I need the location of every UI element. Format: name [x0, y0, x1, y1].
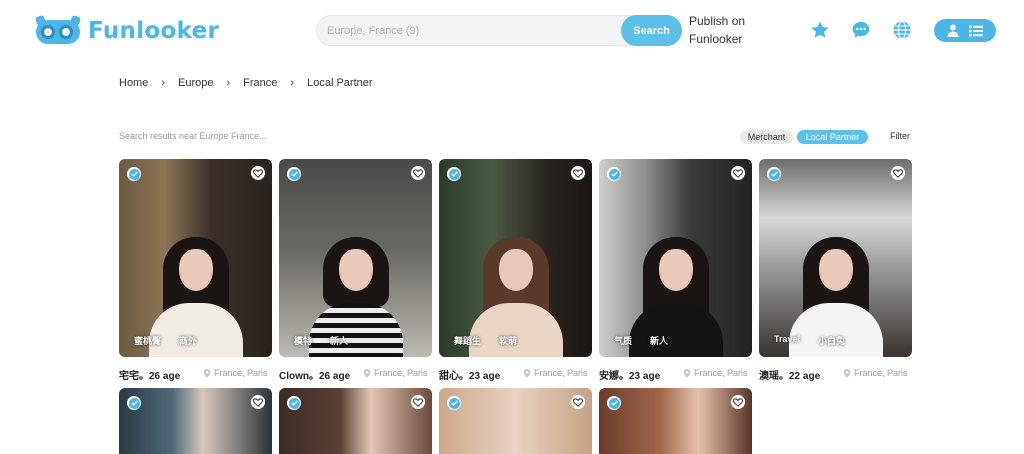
chip-merchant[interactable]: Merchant: [740, 130, 793, 144]
logo-mascot-icon: [34, 14, 82, 46]
location-pin-icon: [843, 368, 851, 378]
profile-card[interactable]: 蜜桃臀 商外: [119, 159, 272, 357]
profile-tags: Travel 小白兔: [774, 334, 845, 347]
profile-card[interactable]: [119, 388, 272, 454]
profile-name[interactable]: 安娜。23 age: [599, 367, 660, 382]
profile-name[interactable]: Clown。26 age: [279, 367, 350, 382]
favorite-heart-icon[interactable]: [571, 166, 585, 180]
search-button[interactable]: Search: [621, 15, 682, 46]
profile-card[interactable]: [279, 388, 432, 454]
verified-badge-icon: [767, 167, 781, 181]
site-logo[interactable]: Funlooker: [34, 14, 219, 48]
breadcrumb-france[interactable]: France: [243, 77, 277, 89]
user-icon: [947, 24, 959, 37]
favorite-heart-icon[interactable]: [891, 166, 905, 180]
verified-badge-icon: [607, 396, 621, 410]
location-pin-icon: [363, 368, 371, 378]
profile-location: France, Paris: [843, 368, 908, 378]
verified-badge-icon: [287, 167, 301, 181]
favorite-heart-icon[interactable]: [251, 166, 265, 180]
profile-tag: 气质: [614, 336, 633, 346]
profile-location: France, Paris: [523, 368, 588, 378]
breadcrumb: Home › Europe › France › Local Partner: [119, 77, 373, 89]
site-header: Funlooker Search Publish on Funlooker: [0, 0, 1024, 62]
favorite-heart-icon[interactable]: [731, 166, 745, 180]
favorite-heart-icon[interactable]: [411, 166, 425, 180]
location-pin-icon: [683, 368, 691, 378]
profile-tag: 新人: [650, 336, 669, 346]
profile-tags: 蜜桃臀 商外: [134, 334, 197, 347]
verified-badge-icon: [287, 396, 301, 410]
globe-icon[interactable]: [892, 20, 912, 40]
profile-card[interactable]: 模特 新人: [279, 159, 432, 357]
breadcrumb-separator-icon: ›: [290, 77, 295, 89]
account-menu-button[interactable]: [934, 19, 996, 42]
profile-location: France, Paris: [203, 368, 268, 378]
favorite-heart-icon[interactable]: [571, 395, 585, 409]
profile-tag: 小白兔: [818, 336, 846, 346]
publish-link[interactable]: Publish on Funlooker: [689, 12, 759, 48]
verified-badge-icon: [607, 167, 621, 181]
location-pin-icon: [523, 368, 531, 378]
favorite-heart-icon[interactable]: [251, 395, 265, 409]
favorite-heart-icon[interactable]: [411, 395, 425, 409]
filter-button[interactable]: Filter: [890, 131, 910, 141]
chat-icon[interactable]: [851, 20, 871, 40]
profile-tag: 新人: [330, 336, 349, 346]
chip-local-partner[interactable]: Local Partner: [797, 130, 868, 144]
profile-location: France, Paris: [363, 368, 428, 378]
profile-card[interactable]: 舞蹈生 软萌: [439, 159, 592, 357]
profile-name[interactable]: 甜心。23 age: [439, 367, 500, 382]
verified-badge-icon: [447, 396, 461, 410]
profile-card[interactable]: [439, 388, 592, 454]
search-bar: Search: [316, 15, 682, 46]
breadcrumb-local-partner[interactable]: Local Partner: [307, 77, 372, 89]
profile-tag: 蜜桃臀: [134, 336, 162, 346]
verified-badge-icon: [447, 167, 461, 181]
breadcrumb-home[interactable]: Home: [119, 77, 148, 89]
favorite-heart-icon[interactable]: [731, 395, 745, 409]
profile-tag: 商外: [179, 336, 198, 346]
location-pin-icon: [203, 368, 211, 378]
search-input[interactable]: [327, 16, 617, 45]
profile-tags: 模特 新人: [294, 334, 348, 347]
verified-badge-icon: [127, 396, 141, 410]
profile-tag: 舞蹈生: [454, 336, 482, 346]
profile-card[interactable]: [599, 388, 752, 454]
results-summary: Search results near Europe France...: [119, 131, 267, 141]
profile-card[interactable]: Travel 小白兔: [759, 159, 912, 357]
profile-location: France, Paris: [683, 368, 748, 378]
profile-tag: Travel: [774, 334, 801, 344]
profile-tags: 气质 新人: [614, 334, 668, 347]
logo-text: Funlooker: [88, 18, 220, 44]
profile-tag: 软萌: [499, 336, 518, 346]
profile-name[interactable]: 宅宅。26 age: [119, 367, 180, 382]
profile-card[interactable]: 气质 新人: [599, 159, 752, 357]
breadcrumb-separator-icon: ›: [161, 77, 166, 89]
breadcrumb-separator-icon: ›: [226, 77, 231, 89]
star-icon[interactable]: [810, 20, 830, 40]
profile-tags: 舞蹈生 软萌: [454, 334, 517, 347]
verified-badge-icon: [127, 167, 141, 181]
breadcrumb-europe[interactable]: Europe: [178, 77, 213, 89]
profile-tag: 模特: [294, 336, 313, 346]
profile-name[interactable]: 澳瑶。22 age: [759, 367, 820, 382]
list-icon: [969, 25, 983, 36]
